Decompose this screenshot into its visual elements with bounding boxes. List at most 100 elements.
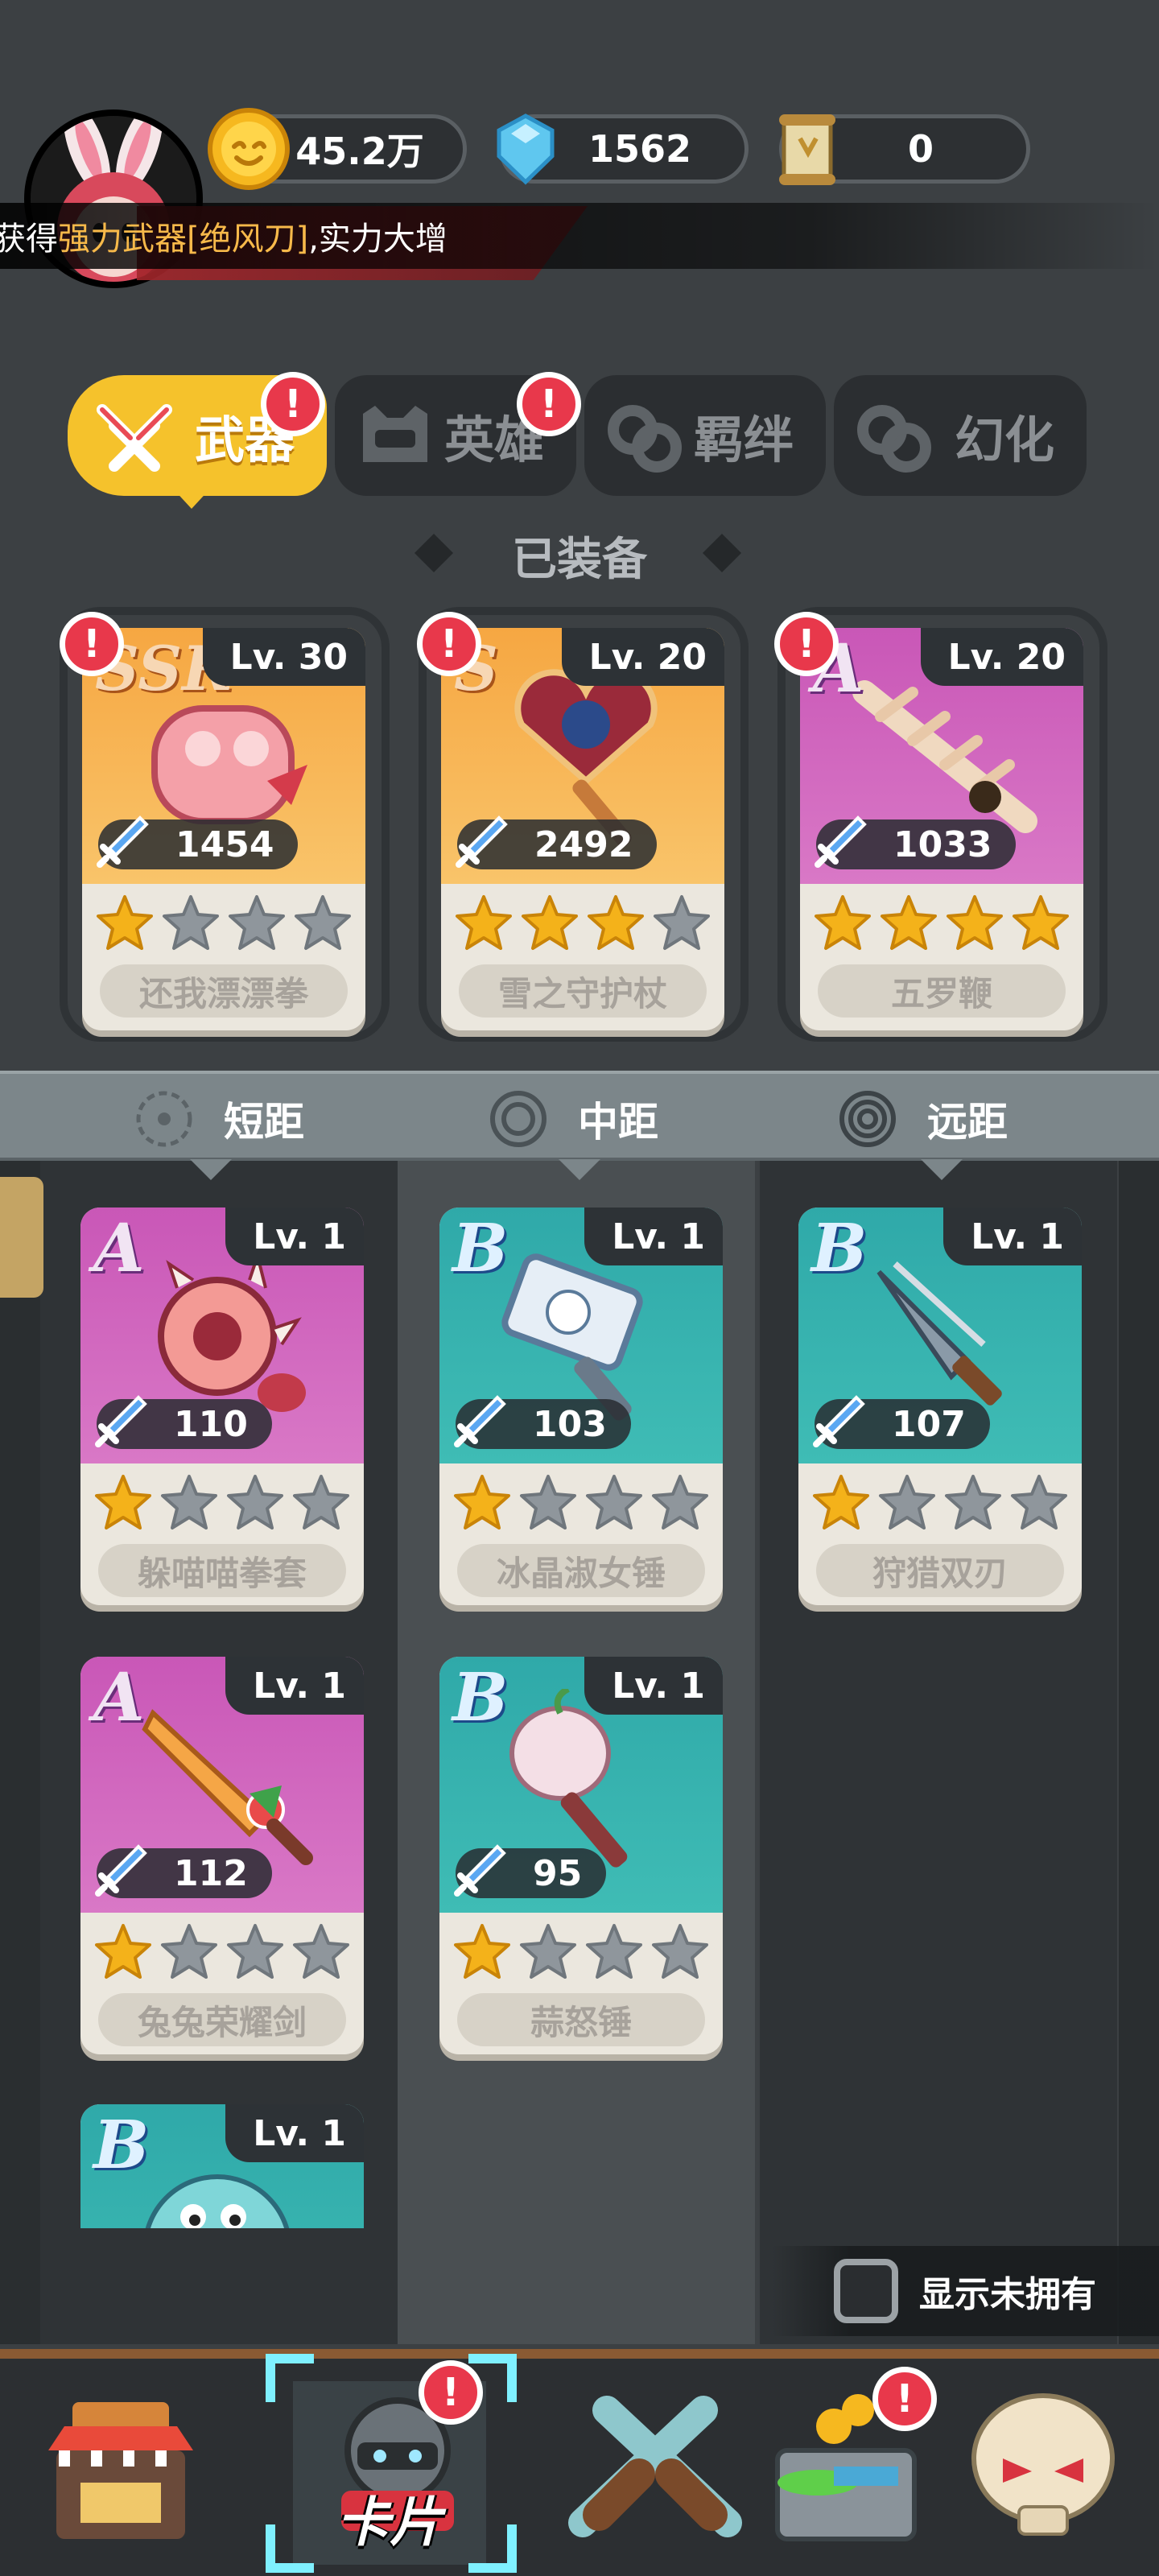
star-filled-icon bbox=[454, 1475, 510, 1530]
diamond-icon bbox=[497, 114, 555, 185]
star-filled-icon bbox=[454, 1924, 510, 1979]
long-range-icon bbox=[839, 1091, 896, 1147]
weapon-name: 兔兔荣耀剑 bbox=[98, 1993, 346, 2046]
weapon-name: 雪之守护杖 bbox=[459, 964, 707, 1018]
attack-sword-icon bbox=[95, 1844, 147, 1897]
filter-mid-label: 中距 bbox=[578, 1099, 658, 1146]
star-empty-icon bbox=[520, 1924, 576, 1979]
attack-sword-icon bbox=[95, 1395, 147, 1447]
filter-short-label: 短距 bbox=[224, 1099, 304, 1146]
selector-corner-bl bbox=[266, 2524, 314, 2573]
star-empty-icon bbox=[586, 1475, 642, 1530]
tab-bonds-label: 羁绊 bbox=[693, 411, 794, 469]
star-rating bbox=[92, 1472, 353, 1536]
star-empty-icon bbox=[654, 895, 710, 950]
selector-corner-br bbox=[468, 2524, 517, 2573]
transform-tab-icon bbox=[857, 405, 931, 473]
tab-transform[interactable]: 幻化 bbox=[834, 375, 1087, 496]
news-highlight: 强力武器[绝风刀] bbox=[58, 221, 309, 258]
mid-range-icon bbox=[490, 1091, 547, 1147]
tab-bonds[interactable]: 羁绊 bbox=[584, 375, 826, 496]
star-filled-icon bbox=[97, 895, 153, 950]
news-ticker: 获得 强力武器[绝风刀] ,实力大增 bbox=[0, 203, 1159, 269]
short-range-icon bbox=[136, 1091, 192, 1147]
scroll-amount: 0 bbox=[907, 127, 934, 171]
equipped-card-1[interactable]: SSR Lv. 30 1454 还我漂漂拳 bbox=[82, 628, 365, 1030]
weapon-card[interactable]: A Lv. 1 112 兔兔荣耀剑 bbox=[80, 1657, 364, 2054]
star-filled-icon bbox=[881, 895, 937, 950]
star-rating bbox=[451, 1921, 711, 1985]
weapon-card[interactable]: B Lv. 1 95 蒜怒锤 bbox=[439, 1657, 723, 2054]
equipped-2-alert-badge: ! bbox=[417, 612, 481, 676]
equipped-card-3[interactable]: A Lv. 20 1033 五罗鞭 bbox=[800, 628, 1083, 1030]
active-tab-pointer bbox=[172, 488, 211, 509]
star-empty-icon bbox=[161, 1475, 217, 1530]
equipped-card-2[interactable]: S Lv. 20 2492 雪之守护杖 bbox=[441, 628, 724, 1030]
star-empty-icon bbox=[652, 1924, 708, 1979]
weapon-name: 五罗鞭 bbox=[818, 964, 1066, 1018]
diamond-amount: 1562 bbox=[588, 127, 692, 171]
bond-tab-icon bbox=[608, 405, 682, 473]
star-filled-icon bbox=[1013, 895, 1069, 950]
level-badge: Lv. 20 bbox=[920, 628, 1083, 686]
hero-tab-icon bbox=[363, 406, 427, 462]
star-empty-icon bbox=[161, 1924, 217, 1979]
attack-sword-icon bbox=[454, 1395, 506, 1447]
star-filled-icon bbox=[456, 895, 512, 950]
star-empty-icon bbox=[227, 1475, 283, 1530]
attack-sword-icon bbox=[815, 815, 867, 868]
weapon-card[interactable]: B Lv. 1 107 狩猎双刃 bbox=[798, 1208, 1082, 1605]
short-column-pointer bbox=[190, 1159, 232, 1180]
attack-sword-icon bbox=[97, 815, 149, 868]
side-pull-tab[interactable] bbox=[0, 1177, 43, 1298]
weapon-name: 还我漂漂拳 bbox=[100, 964, 348, 1018]
level-badge: Lv. 1 bbox=[584, 1208, 723, 1265]
shop-icon[interactable] bbox=[32, 2378, 209, 2555]
skull-icon[interactable] bbox=[955, 2378, 1132, 2555]
star-empty-icon bbox=[227, 1924, 283, 1979]
star-empty-icon bbox=[295, 895, 351, 950]
selector-corner-tl bbox=[266, 2354, 314, 2402]
star-filled-icon bbox=[815, 895, 871, 950]
equipped-3-alert-badge: ! bbox=[774, 612, 839, 676]
weapon-card[interactable]: B Lv. 1 bbox=[80, 2104, 364, 2228]
weapon-name: 狩猎双刃 bbox=[816, 1544, 1064, 1597]
level-badge: Lv. 1 bbox=[943, 1208, 1082, 1265]
show-unowned-checkbox[interactable] bbox=[834, 2259, 898, 2323]
filter-mid-range[interactable]: 中距 bbox=[488, 1074, 658, 1164]
bottom-navigation: 卡片 ! ! bbox=[0, 2349, 1159, 2576]
range-filter-bar: 短距 中距 远距 bbox=[0, 1071, 1159, 1161]
star-empty-icon bbox=[229, 895, 285, 950]
left-rail bbox=[0, 1161, 40, 2344]
star-empty-icon bbox=[945, 1475, 1001, 1530]
star-empty-icon bbox=[163, 895, 219, 950]
show-unowned-toggle[interactable]: 显示未拥有 bbox=[773, 2246, 1159, 2336]
filter-long-range[interactable]: 远距 bbox=[837, 1074, 1008, 1164]
star-filled-icon bbox=[95, 1475, 151, 1530]
equipped-title: 已装备 bbox=[512, 533, 647, 586]
attack-sword-icon bbox=[454, 1844, 506, 1897]
show-unowned-label: 显示未拥有 bbox=[919, 2274, 1096, 2315]
gold-amount: 45.2万 bbox=[295, 130, 424, 173]
equipped-1-alert-badge: ! bbox=[60, 612, 124, 676]
weapon-card[interactable]: A Lv. 1 110 躲喵喵拳套 bbox=[80, 1208, 364, 1605]
weapon-name: 冰晶淑女锤 bbox=[457, 1544, 705, 1597]
rarity-label: B bbox=[93, 2107, 150, 2184]
star-filled-icon bbox=[813, 1475, 869, 1530]
star-empty-icon bbox=[652, 1475, 708, 1530]
level-badge: Lv. 1 bbox=[225, 1208, 364, 1265]
level-badge: Lv. 30 bbox=[202, 628, 365, 686]
filter-short-range[interactable]: 短距 bbox=[134, 1074, 304, 1164]
filter-long-label: 远距 bbox=[927, 1099, 1008, 1146]
news-suffix: ,实力大增 bbox=[308, 221, 448, 258]
star-empty-icon bbox=[293, 1924, 349, 1979]
weapon-card[interactable]: B Lv. 1 103 冰晶淑女锤 bbox=[439, 1208, 723, 1605]
long-column-pointer bbox=[921, 1159, 963, 1180]
weapon-tab-icon bbox=[97, 404, 172, 472]
chest-nav-alert-badge: ! bbox=[872, 2367, 937, 2431]
tab-weapons-alert-badge: ! bbox=[261, 372, 325, 436]
right-rail bbox=[1119, 1161, 1159, 2344]
scroll-icon bbox=[779, 114, 835, 185]
crossed-guns-icon[interactable] bbox=[567, 2378, 744, 2555]
cards-nav-label: 卡片 bbox=[336, 2491, 443, 2553]
